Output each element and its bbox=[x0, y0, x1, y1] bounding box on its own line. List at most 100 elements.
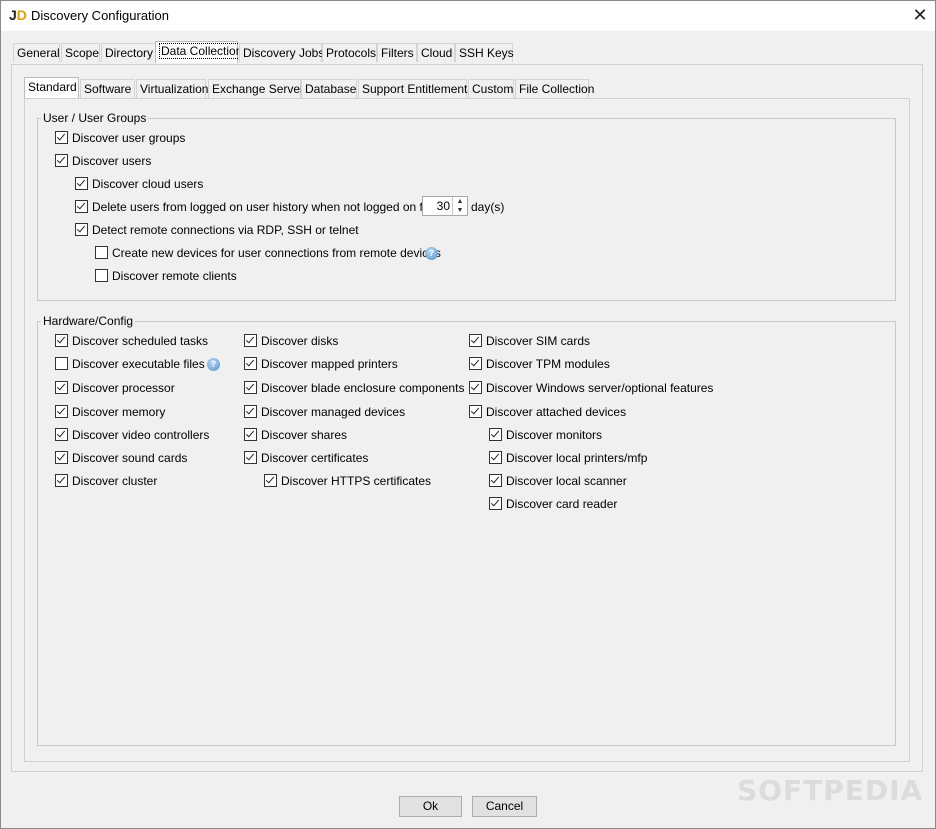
checkbox-label: Discover remote clients bbox=[112, 269, 237, 283]
checkbox-box bbox=[489, 474, 502, 487]
discover-scheduled-tasks-checkbox[interactable]: Discover scheduled tasks bbox=[55, 333, 208, 350]
help-icon[interactable]: ? bbox=[207, 358, 220, 371]
checkbox-label: Detect remote connections via RDP, SSH o… bbox=[92, 223, 359, 237]
discover-attached-devices-checkbox[interactable]: Discover attached devices bbox=[469, 404, 626, 421]
checkbox-label: Discover shares bbox=[261, 428, 348, 442]
days-unit-label: day(s) bbox=[471, 200, 505, 214]
subtab-file-collection[interactable]: File Collection bbox=[515, 79, 594, 98]
discover-cluster-checkbox[interactable]: Discover cluster bbox=[55, 473, 157, 490]
discover-card-reader-checkbox[interactable]: Discover card reader bbox=[489, 496, 617, 513]
checkbox-label: Discover cloud users bbox=[92, 177, 204, 191]
subtab-support-entitlements[interactable]: Support Entitlements bbox=[358, 79, 473, 98]
create-new-devices-checkbox[interactable]: Create new devices for user connections … bbox=[95, 245, 441, 262]
subtab-exchange-server[interactable]: Exchange Server bbox=[208, 79, 304, 98]
tab-discovery-jobs[interactable]: Discovery Jobs bbox=[239, 43, 324, 62]
detect-remote-connections-checkbox[interactable]: Detect remote connections via RDP, SSH o… bbox=[75, 222, 359, 239]
checkbox-label: Discover processor bbox=[72, 381, 175, 395]
tab-cloud[interactable]: Cloud bbox=[417, 43, 455, 62]
checkbox-label: Discover attached devices bbox=[486, 405, 627, 419]
checkbox-box bbox=[55, 428, 68, 441]
checkbox-label: Discover video controllers bbox=[72, 428, 210, 442]
subtab-virtualization[interactable]: Virtualization bbox=[136, 79, 208, 98]
checkbox-label: Discover monitors bbox=[506, 428, 603, 442]
checkbox-label: Discover blade enclosure components bbox=[261, 381, 465, 395]
checkbox-box bbox=[55, 381, 68, 394]
checkbox-label: Create new devices for user connections … bbox=[112, 246, 441, 260]
checkbox-label: Discover cluster bbox=[72, 474, 158, 488]
cancel-button[interactable]: Cancel bbox=[472, 796, 537, 817]
discover-sim-cards-checkbox[interactable]: Discover SIM cards bbox=[469, 333, 590, 350]
close-icon[interactable]: ✕ bbox=[905, 2, 935, 28]
tab-ssh-keys[interactable]: SSH Keys bbox=[455, 43, 514, 62]
discover-memory-checkbox[interactable]: Discover memory bbox=[55, 404, 165, 421]
discover-user-groups-checkbox[interactable]: Discover user groups bbox=[55, 130, 185, 147]
checkbox-box bbox=[244, 357, 257, 370]
discover-executable-files-checkbox[interactable]: Discover executable files bbox=[55, 356, 205, 373]
checkbox-box bbox=[55, 131, 68, 144]
discover-mapped-printers-checkbox[interactable]: Discover mapped printers bbox=[244, 356, 398, 373]
subtab-custom[interactable]: Custom bbox=[468, 79, 514, 98]
softpedia-watermark: SOFTPEDIA bbox=[737, 774, 924, 807]
discover-cloud-users-checkbox[interactable]: Discover cloud users bbox=[75, 176, 203, 193]
checkbox-box bbox=[489, 497, 502, 510]
days-value: 30 bbox=[436, 199, 450, 213]
checkbox-label: Discover users bbox=[72, 154, 152, 168]
subtab-database[interactable]: Database bbox=[301, 79, 357, 98]
checkbox-label: Discover certificates bbox=[261, 451, 369, 465]
checkbox-box bbox=[264, 474, 277, 487]
discover-monitors-checkbox[interactable]: Discover monitors bbox=[489, 427, 602, 444]
checkbox-label: Discover TPM modules bbox=[486, 357, 610, 371]
checkbox-box bbox=[469, 405, 482, 418]
tab-filters[interactable]: Filters bbox=[377, 43, 417, 62]
checkbox-box bbox=[469, 334, 482, 347]
checkbox-box bbox=[489, 451, 502, 464]
checkbox-box bbox=[489, 428, 502, 441]
discover-managed-devices-checkbox[interactable]: Discover managed devices bbox=[244, 404, 405, 421]
checkbox-label: Delete users from logged on user history… bbox=[92, 200, 434, 214]
checkbox-box bbox=[244, 334, 257, 347]
discover-users-checkbox[interactable]: Discover users bbox=[55, 153, 151, 170]
tab-data-collection[interactable]: Data Collection bbox=[155, 41, 245, 63]
spinner-arrows-icon[interactable]: ▲ ▼ bbox=[452, 197, 467, 215]
discover-remote-clients-checkbox[interactable]: Discover remote clients bbox=[95, 268, 237, 285]
tab-scope[interactable]: Scope bbox=[61, 43, 100, 62]
checkbox-label: Discover scheduled tasks bbox=[72, 334, 209, 348]
checkbox-label: Discover SIM cards bbox=[486, 334, 591, 348]
help-icon[interactable]: ? bbox=[425, 247, 438, 260]
checkbox-label: Discover memory bbox=[72, 405, 166, 419]
tab-data-collection-label: Data Collection bbox=[159, 43, 245, 59]
discover-tpm-modules-checkbox[interactable]: Discover TPM modules bbox=[469, 356, 610, 373]
checkbox-box bbox=[469, 381, 482, 394]
checkbox-box bbox=[244, 405, 257, 418]
tab-protocols[interactable]: Protocols bbox=[322, 43, 377, 62]
discover-local-printers-checkbox[interactable]: Discover local printers/mfp bbox=[489, 450, 647, 467]
checkbox-box bbox=[75, 200, 88, 213]
checkbox-label: Discover mapped printers bbox=[261, 357, 398, 371]
checkbox-box bbox=[95, 246, 108, 259]
checkbox-label: Discover managed devices bbox=[261, 405, 406, 419]
discover-processor-checkbox[interactable]: Discover processor bbox=[55, 380, 175, 397]
tab-general[interactable]: General bbox=[13, 43, 60, 62]
subtab-software[interactable]: Software bbox=[80, 79, 135, 98]
discover-https-certificates-checkbox[interactable]: Discover HTTPS certificates bbox=[264, 473, 431, 490]
checkbox-box bbox=[244, 451, 257, 464]
delete-users-checkbox[interactable]: Delete users from logged on user history… bbox=[75, 199, 434, 216]
discover-sound-cards-checkbox[interactable]: Discover sound cards bbox=[55, 450, 187, 467]
discover-disks-checkbox[interactable]: Discover disks bbox=[244, 333, 338, 350]
discover-shares-checkbox[interactable]: Discover shares bbox=[244, 427, 347, 444]
user-groups-legend: User / User Groups bbox=[41, 111, 149, 125]
checkbox-box bbox=[55, 474, 68, 487]
discover-windows-features-checkbox[interactable]: Discover Windows server/optional feature… bbox=[469, 380, 713, 397]
tab-directory[interactable]: Directory bbox=[101, 43, 156, 62]
days-spinner[interactable]: 30 ▲ ▼ bbox=[422, 196, 468, 216]
discover-video-controllers-checkbox[interactable]: Discover video controllers bbox=[55, 427, 209, 444]
checkbox-box bbox=[55, 451, 68, 464]
discover-local-scanner-checkbox[interactable]: Discover local scanner bbox=[489, 473, 627, 490]
subtab-standard[interactable]: Standard bbox=[24, 77, 79, 99]
discover-certificates-checkbox[interactable]: Discover certificates bbox=[244, 450, 368, 467]
discover-blade-enclosure-checkbox[interactable]: Discover blade enclosure components bbox=[244, 380, 464, 397]
checkbox-box bbox=[75, 223, 88, 236]
ok-button[interactable]: Ok bbox=[399, 796, 462, 817]
checkbox-box bbox=[55, 405, 68, 418]
checkbox-box bbox=[244, 381, 257, 394]
